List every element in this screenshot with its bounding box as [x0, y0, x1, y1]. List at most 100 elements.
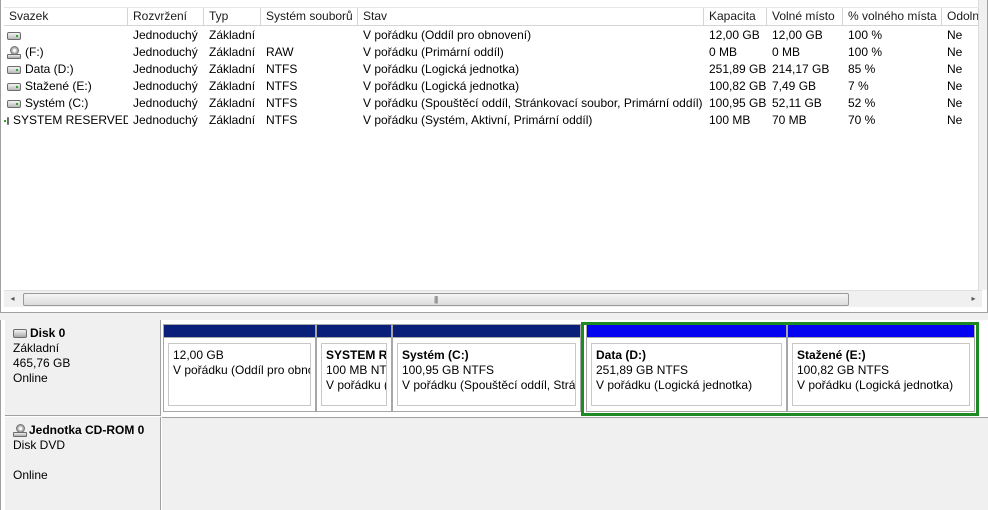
table-row[interactable]: SYSTEM RESERVED Jednoduchý Základní NTFS…: [4, 112, 979, 129]
scrollbar-thumb[interactable]: |||: [23, 293, 849, 306]
type-cell: Základní: [209, 28, 256, 42]
partition-bar-primary: [317, 325, 391, 338]
partition-name: Systém (C:): [402, 348, 469, 362]
cdrom-0-state: Online: [13, 468, 48, 482]
disk-0-name: Disk 0: [30, 326, 66, 340]
column-header-type[interactable]: Typ: [204, 8, 261, 26]
capacity-cell: 100 MB: [709, 113, 751, 127]
cdrom-0-title: Jednotka CD-ROM 0: [13, 423, 160, 438]
layout-cell: Jednoduchý: [133, 45, 198, 59]
scroll-left-arrow-icon[interactable]: ◂: [4, 291, 21, 308]
partition-name: SYSTEM RESERVED: [326, 348, 387, 362]
table-row[interactable]: Stažené (E:) Jednoduchý Základní NTFS V …: [4, 78, 979, 95]
filesystem-cell: NTFS: [266, 96, 298, 110]
pane-splitter[interactable]: [0, 312, 988, 320]
partition-status: V pořádku (Spouštěcí oddíl, Stránkovací …: [402, 378, 576, 392]
partition-size: 100 MB NTFS: [326, 363, 387, 377]
capacity-cell: 100,95 GB: [709, 96, 767, 110]
status-cell: V pořádku (Logická jednotka): [363, 62, 520, 76]
column-header-status[interactable]: Stav: [358, 8, 704, 26]
capacity-cell: 0 MB: [709, 45, 738, 59]
disk-management-window: Svazek Rozvržení Typ Systém souborů Stav…: [0, 0, 988, 510]
scroll-right-arrow-icon[interactable]: ▸: [965, 291, 982, 308]
table-row[interactable]: (F:) Jednoduchý Základní RAW V pořádku (…: [4, 44, 979, 61]
partition-system-c[interactable]: Systém (C:) 100,95 GB NTFS V pořádku (Sp…: [392, 324, 581, 412]
fault-tolerance-cell: Ne: [947, 28, 963, 42]
volume-name-cell: Stažené (E:): [4, 78, 128, 95]
disk-0-label[interactable]: Disk 0 Základní 465,76 GB Online: [5, 320, 161, 416]
partition-system-reserved[interactable]: SYSTEM RESERVED 100 MB NTFS V pořádku (S…: [316, 324, 392, 412]
capacity-cell: 100,82 GB: [709, 79, 767, 93]
partition-size: 12,00 GB: [173, 348, 224, 362]
disk-0-state: Online: [13, 371, 48, 385]
extended-partition-frame: [581, 322, 979, 416]
cdrom-0-media-area[interactable]: [162, 417, 988, 510]
column-header-free-space[interactable]: Volné místo: [767, 8, 843, 26]
partition-body: SYSTEM RESERVED 100 MB NTFS V pořádku (S…: [321, 343, 387, 406]
disk-0-size: 465,76 GB: [13, 356, 71, 370]
partition-body: 12,00 GB V pořádku (Oddíl pro obnovení): [168, 343, 311, 406]
status-cell: V pořádku (Systém, Aktivní, Primární odd…: [363, 113, 593, 127]
table-row[interactable]: Data (D:) Jednoduchý Základní NTFS V poř…: [4, 61, 979, 78]
status-cell: V pořádku (Oddíl pro obnovení): [363, 28, 532, 42]
volume-name: SYSTEM RESERVED: [13, 113, 128, 127]
table-row[interactable]: Jednoduchý Základní V pořádku (Oddíl pro…: [4, 27, 979, 44]
type-cell: Základní: [209, 113, 256, 127]
percent-free-cell: 100 %: [848, 45, 883, 59]
free-space-cell: 12,00 GB: [772, 28, 823, 42]
type-cell: Základní: [209, 45, 256, 59]
volume-icon: [7, 99, 21, 108]
percent-free-cell: 7 %: [848, 79, 869, 93]
filesystem-cell: NTFS: [266, 113, 298, 127]
partition-status: V pořádku (Systém, Aktivní, Primární odd…: [326, 378, 386, 392]
partition-size: 100,95 GB NTFS: [402, 363, 495, 377]
partition-bar-primary: [164, 325, 315, 338]
partition-status: V pořádku (Oddíl pro obnovení): [173, 363, 310, 377]
volume-icon: [7, 31, 21, 40]
volume-rows: Jednoduchý Základní V pořádku (Oddíl pro…: [4, 27, 979, 129]
fault-tolerance-cell: Ne: [947, 113, 963, 127]
filesystem-cell: NTFS: [266, 62, 298, 76]
type-cell: Základní: [209, 62, 256, 76]
free-space-cell: 0 MB: [772, 45, 801, 59]
status-cell: V pořádku (Spouštěcí oddíl, Stránkovací …: [363, 96, 703, 110]
cdrom-0-label[interactable]: Jednotka CD-ROM 0 Disk DVD Online: [5, 417, 161, 510]
table-row[interactable]: Systém (C:) Jednoduchý Základní NTFS V p…: [4, 95, 979, 112]
column-header-capacity[interactable]: Kapacita: [704, 8, 767, 26]
volume-icon: [7, 65, 21, 74]
free-space-cell: 7,49 GB: [772, 79, 817, 93]
volume-name: Systém (C:): [25, 96, 89, 110]
partition-recovery[interactable]: 12,00 GB V pořádku (Oddíl pro obnovení): [163, 324, 316, 412]
status-cell: V pořádku (Logická jednotka): [363, 79, 520, 93]
column-header-layout[interactable]: Rozvržení: [128, 8, 204, 26]
volume-name-cell: SYSTEM RESERVED: [4, 112, 128, 129]
capacity-cell: 251,89 GB: [709, 62, 767, 76]
layout-cell: Jednoduchý: [133, 96, 198, 110]
filesystem-cell: [261, 27, 358, 44]
cdrom-0-type: Disk DVD: [13, 438, 66, 452]
volume-name-cell: [4, 27, 128, 44]
cdrom-0-name: Jednotka CD-ROM 0: [29, 423, 145, 437]
fault-tolerance-cell: Ne: [947, 62, 963, 76]
percent-free-cell: 70 %: [848, 113, 876, 127]
column-header-filesystem[interactable]: Systém souborů: [261, 8, 358, 26]
cd-drive-icon: [7, 45, 21, 60]
partition-bar-primary: [393, 325, 580, 338]
column-header-row: Svazek Rozvržení Typ Systém souborů Stav…: [4, 7, 979, 26]
filesystem-cell: NTFS: [266, 79, 298, 93]
disk-0-type: Základní: [13, 341, 60, 355]
percent-free-cell: 52 %: [848, 96, 876, 110]
vertical-scrollbar[interactable]: [978, 0, 987, 290]
column-header-volume[interactable]: Svazek: [4, 8, 128, 26]
column-header-fault-tolerance[interactable]: Odoln: [942, 8, 979, 26]
layout-cell: Jednoduchý: [133, 79, 198, 93]
layout-cell: Jednoduchý: [133, 28, 198, 42]
horizontal-scrollbar[interactable]: ◂ ||| ▸: [4, 290, 982, 307]
layout-cell: Jednoduchý: [133, 62, 198, 76]
column-header-percent-free[interactable]: % volného místa: [843, 8, 942, 26]
volume-icon: [7, 82, 21, 91]
cd-drive-icon: [13, 423, 27, 438]
scrollbar-grip-icon: |||: [434, 295, 438, 304]
capacity-cell: 12,00 GB: [709, 28, 760, 42]
disk-0-title: Disk 0: [13, 326, 160, 341]
